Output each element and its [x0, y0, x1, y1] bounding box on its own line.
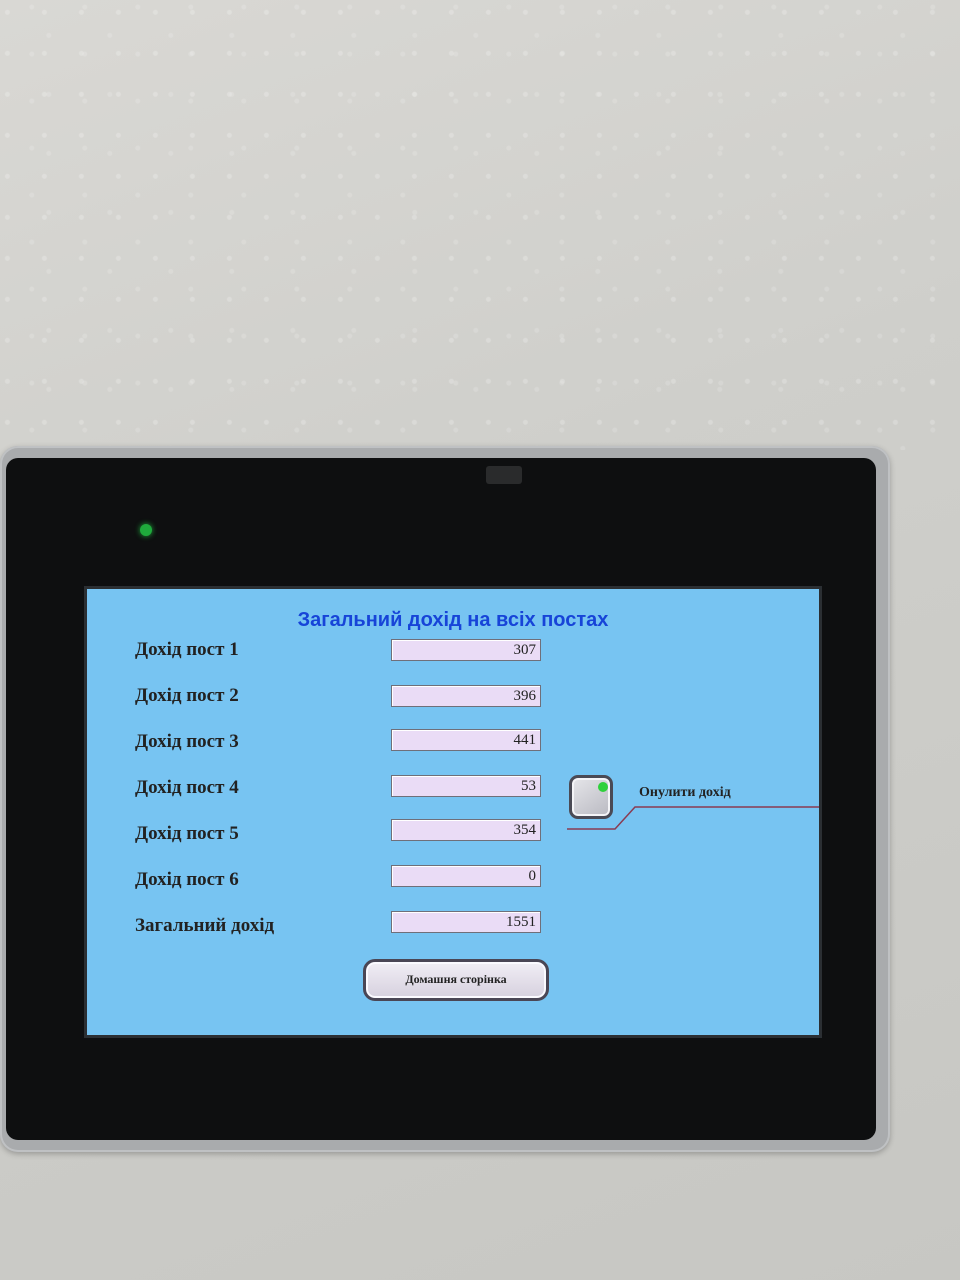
- reset-indicator-icon: [598, 782, 608, 792]
- power-indicator-icon: [140, 524, 152, 536]
- device-bezel: Загальний дохід на всіх постах Дохід пос…: [6, 458, 876, 1140]
- reset-income-button[interactable]: [569, 775, 613, 819]
- row-label-post-5: Дохід пост 5: [135, 823, 239, 844]
- value-field-post-2: 396: [391, 685, 541, 707]
- bezel-notch: [486, 466, 522, 484]
- hmi-device: Загальний дохід на всіх постах Дохід пос…: [0, 446, 890, 1152]
- value-field-post-4: 53: [391, 775, 541, 797]
- row-label-post-3: Дохід пост 3: [135, 731, 239, 752]
- row-label-post-2: Дохід пост 2: [135, 685, 239, 706]
- value-field-post-3: 441: [391, 729, 541, 751]
- home-page-button[interactable]: Домашня сторінка: [363, 959, 549, 1001]
- page-title: Загальний дохід на всіх постах: [297, 609, 609, 631]
- value-field-post-1: 307: [391, 639, 541, 661]
- row-label-post-6: Дохід пост 6: [135, 869, 239, 890]
- row-label-post-1: Дохід пост 1: [135, 639, 239, 660]
- value-field-post-5: 354: [391, 819, 541, 841]
- value-field-post-6: 0: [391, 865, 541, 887]
- hmi-screen: Загальний дохід на всіх постах Дохід пос…: [84, 586, 822, 1038]
- value-field-total: 1551: [391, 911, 541, 933]
- reset-income-label: Онулити дохід: [639, 785, 731, 800]
- row-label-total: Загальний дохід: [135, 915, 275, 936]
- wall-background: [0, 0, 960, 450]
- row-label-post-4: Дохід пост 4: [135, 777, 239, 798]
